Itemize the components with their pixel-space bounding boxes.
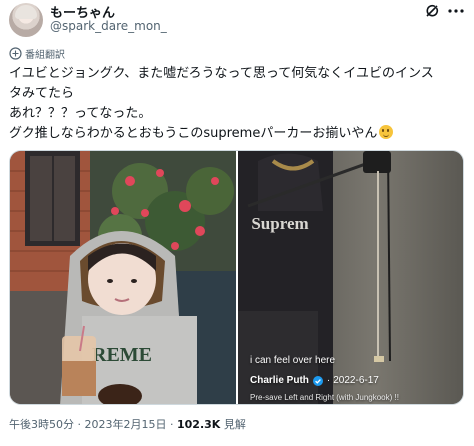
video-date-separator: · [326, 375, 331, 386]
author-handle[interactable]: @spark_dare_mon_ [50, 19, 167, 33]
avatar[interactable] [9, 3, 43, 37]
views-label: 見解 [223, 418, 246, 431]
views-count[interactable]: 102.3K [177, 418, 220, 431]
tweet-header: もーちゃん @spark_dare_mon_ [0, 0, 474, 44]
right-video-drawing: Suprem [238, 151, 463, 404]
translate-label[interactable]: 番組翻訳 [25, 46, 65, 61]
tweet-line: タみてたら [9, 86, 75, 101]
post-time[interactable]: 午後3時50分 [9, 418, 74, 431]
left-hoodie-text: REME [92, 344, 152, 366]
left-photo-drawing: REME [10, 151, 236, 404]
tweet-line: あれ？？？ってなった。 [9, 106, 152, 121]
left-photo[interactable]: REME [10, 151, 236, 404]
video-date: 2022-6-17 [333, 375, 379, 386]
tweet-line-last: グク推しならわかるとおもうこのsupremeパーカーお揃いやん [9, 124, 469, 144]
video-song: Pre-save Left and Right (with Jungkook) … [250, 393, 399, 402]
tweet-line: イユビとジョングク、また嘘だろうなって思って何気なくイユビのインス [9, 66, 434, 81]
tweet-text: イユビとジョングク、また嘘だろうなって思って何気なくイユビのインス タみてたら … [9, 64, 469, 144]
media-grid: REME Suprem i can feel over here Charlie… [9, 150, 464, 405]
translate-row[interactable]: 番組翻訳 [9, 46, 65, 61]
verified-badge-icon [312, 375, 323, 386]
tweet-footer: 午後3時50分 · 2023年2月15日 · 102.3K 見解 [9, 416, 246, 432]
translate-icon [9, 46, 22, 60]
video-caption: i can feel over here [250, 355, 336, 366]
tweet-line-text: グク推しならわかるとおもうこのsupremeパーカーお揃いやん [9, 126, 378, 141]
footer-separator: · [77, 418, 82, 431]
smiling-face-emoji-icon [379, 125, 394, 139]
video-artist-name[interactable]: Charlie Puth [250, 375, 309, 386]
video-artist-row: Charlie Puth · 2022-6-17 [250, 375, 379, 386]
right-hoodie-text: Suprem [251, 214, 308, 233]
more-icon[interactable] [447, 4, 465, 18]
footer-separator: · [170, 418, 174, 431]
post-date[interactable]: 2023年2月15日 [85, 418, 167, 431]
right-video[interactable]: Suprem i can feel over here Charlie Puth… [238, 151, 463, 404]
grok-icon[interactable] [424, 3, 440, 19]
